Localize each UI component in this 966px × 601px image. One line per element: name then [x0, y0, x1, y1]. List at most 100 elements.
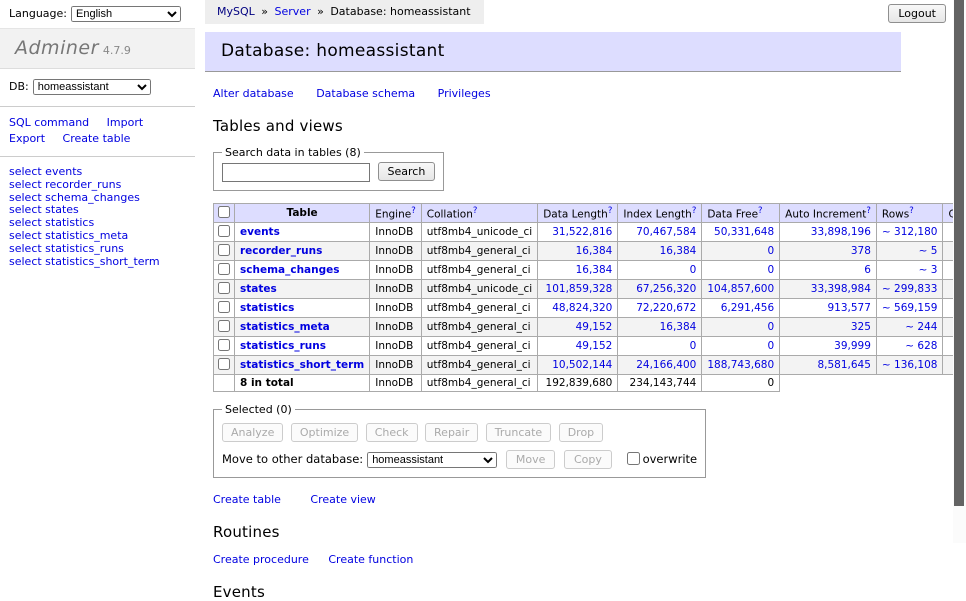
data-free-link[interactable]: 0	[767, 245, 774, 257]
index-length-link[interactable]: 0	[690, 264, 697, 276]
data-length-link[interactable]: 10,502,144	[552, 359, 612, 371]
index-length-link[interactable]: 16,384	[660, 245, 697, 257]
auto-increment-link[interactable]: 325	[851, 321, 871, 333]
breadcrumb-link-server[interactable]: Server	[275, 5, 311, 18]
table-name-link[interactable]: statistics_meta	[240, 321, 330, 333]
logout-button[interactable]: Logout	[888, 4, 946, 23]
search-button[interactable]: Search	[378, 162, 436, 181]
privileges-link[interactable]: Privileges	[438, 87, 491, 100]
auto-increment-link[interactable]: 6	[864, 264, 871, 276]
index-length-help-link[interactable]: ?	[692, 206, 697, 216]
table-name-link[interactable]: events	[240, 226, 280, 238]
index-length-link[interactable]: 70,467,584	[636, 226, 696, 238]
index-length-link[interactable]: 72,220,672	[636, 302, 696, 314]
index-length-link[interactable]: 24,166,400	[636, 359, 696, 371]
auto-increment-link[interactable]: 33,898,196	[811, 226, 871, 238]
drop-button[interactable]: Drop	[559, 423, 603, 442]
vertical-scrollbar[interactable]	[953, 0, 966, 543]
rows-help-link[interactable]: ?	[909, 206, 914, 216]
auto-increment-link[interactable]: 39,999	[834, 340, 871, 352]
analyze-button[interactable]: Analyze	[222, 423, 283, 442]
data-length-link[interactable]: 49,152	[576, 340, 613, 352]
data-length-link[interactable]: 16,384	[576, 245, 613, 257]
table-name-link[interactable]: states	[240, 283, 277, 295]
app-version[interactable]: 4.7.9	[103, 44, 131, 57]
table-name-link[interactable]: statistics_runs	[240, 340, 326, 352]
row-checkbox[interactable]	[218, 263, 230, 275]
data-length-link[interactable]: 101,859,328	[546, 283, 613, 295]
rows-link[interactable]: ~ 244	[905, 321, 937, 333]
auto-increment-link[interactable]: 33,398,984	[811, 283, 871, 295]
move-button[interactable]: Move	[506, 450, 556, 469]
rows-link[interactable]: ~ 569,159	[882, 302, 938, 314]
rows-link[interactable]: ~ 299,833	[882, 283, 938, 295]
check-button[interactable]: Check	[366, 423, 418, 442]
auto-increment-help-link[interactable]: ?	[866, 206, 871, 216]
language-select[interactable]: English	[71, 6, 181, 22]
scrollbar-thumb[interactable]	[954, 0, 964, 506]
row-checkbox[interactable]	[218, 225, 230, 237]
search-input[interactable]	[222, 163, 370, 182]
rows-link[interactable]: ~ 628	[905, 340, 937, 352]
table-name-link[interactable]: statistics	[240, 302, 294, 314]
row-checkbox[interactable]	[218, 320, 230, 332]
row-checkbox[interactable]	[218, 339, 230, 351]
create-procedure-link[interactable]: Create procedure	[213, 553, 309, 566]
rows-link[interactable]: ~ 136,108	[882, 359, 938, 371]
create-function-link[interactable]: Create function	[328, 553, 413, 566]
sidebar-item-select-statistics-meta[interactable]: select statistics_meta	[9, 230, 195, 243]
table-name-link[interactable]: recorder_runs	[240, 245, 322, 257]
database-schema-link[interactable]: Database schema	[316, 87, 415, 100]
data-length-link[interactable]: 16,384	[576, 264, 613, 276]
db-select[interactable]: homeassistant	[33, 79, 151, 95]
data-length-link[interactable]: 31,522,816	[552, 226, 612, 238]
create-table-link[interactable]: Create table	[213, 493, 281, 506]
index-length-link[interactable]: 16,384	[660, 321, 697, 333]
alter-database-link[interactable]: Alter database	[213, 87, 294, 100]
data-free-link[interactable]: 104,857,600	[707, 283, 774, 295]
index-length-link[interactable]: 67,256,320	[636, 283, 696, 295]
row-checkbox[interactable]	[218, 244, 230, 256]
create-view-link[interactable]: Create view	[310, 493, 375, 506]
sidebar-link-create-table[interactable]: Create table	[63, 132, 131, 146]
data-length-link[interactable]: 49,152	[576, 321, 613, 333]
select-all-checkbox[interactable]	[218, 206, 230, 218]
data-length-help-link[interactable]: ?	[608, 206, 613, 216]
copy-button[interactable]: Copy	[564, 450, 612, 469]
move-db-select[interactable]: homeassistant	[367, 452, 497, 468]
row-checkbox[interactable]	[218, 301, 230, 313]
repair-button[interactable]: Repair	[425, 423, 478, 442]
engine-help-link[interactable]: ?	[411, 206, 416, 216]
sidebar-item-select-statistics-runs[interactable]: select statistics_runs	[9, 243, 195, 256]
index-length-link[interactable]: 0	[690, 340, 697, 352]
sidebar-link-export[interactable]: Export	[9, 132, 45, 146]
data-free-help-link[interactable]: ?	[758, 206, 763, 216]
breadcrumb-link-mysql[interactable]: MySQL	[217, 5, 255, 18]
row-checkbox[interactable]	[218, 282, 230, 294]
sidebar-link-sql-command[interactable]: SQL command	[9, 116, 89, 130]
data-free-link[interactable]: 188,743,680	[707, 359, 774, 371]
rows-link[interactable]: ~ 5	[919, 245, 938, 257]
data-free-link[interactable]: 0	[767, 321, 774, 333]
sidebar-item-select-recorder-runs[interactable]: select recorder_runs	[9, 179, 195, 192]
collation-help-link[interactable]: ?	[473, 206, 478, 216]
sidebar-item-select-statistics-short-term[interactable]: select statistics_short_term	[9, 256, 195, 269]
optimize-button[interactable]: Optimize	[291, 423, 358, 442]
data-free-link[interactable]: 0	[767, 264, 774, 276]
data-free-link[interactable]: 0	[767, 340, 774, 352]
row-checkbox[interactable]	[218, 358, 230, 370]
table-name-link[interactable]: schema_changes	[240, 264, 340, 276]
truncate-button[interactable]: Truncate	[486, 423, 551, 442]
data-free-link[interactable]: 6,291,456	[721, 302, 774, 314]
sidebar-link-import[interactable]: Import	[107, 116, 144, 130]
rows-link[interactable]: ~ 312,180	[882, 226, 938, 238]
sidebar-item-select-events[interactable]: select events	[9, 166, 195, 179]
rows-link[interactable]: ~ 3	[919, 264, 938, 276]
auto-increment-link[interactable]: 913,577	[828, 302, 871, 314]
table-name-link[interactable]: statistics_short_term	[240, 359, 364, 371]
auto-increment-link[interactable]: 378	[851, 245, 871, 257]
overwrite-checkbox[interactable]	[627, 452, 640, 465]
data-free-link[interactable]: 50,331,648	[714, 226, 774, 238]
auto-increment-link[interactable]: 8,581,645	[817, 359, 870, 371]
data-length-link[interactable]: 48,824,320	[552, 302, 612, 314]
